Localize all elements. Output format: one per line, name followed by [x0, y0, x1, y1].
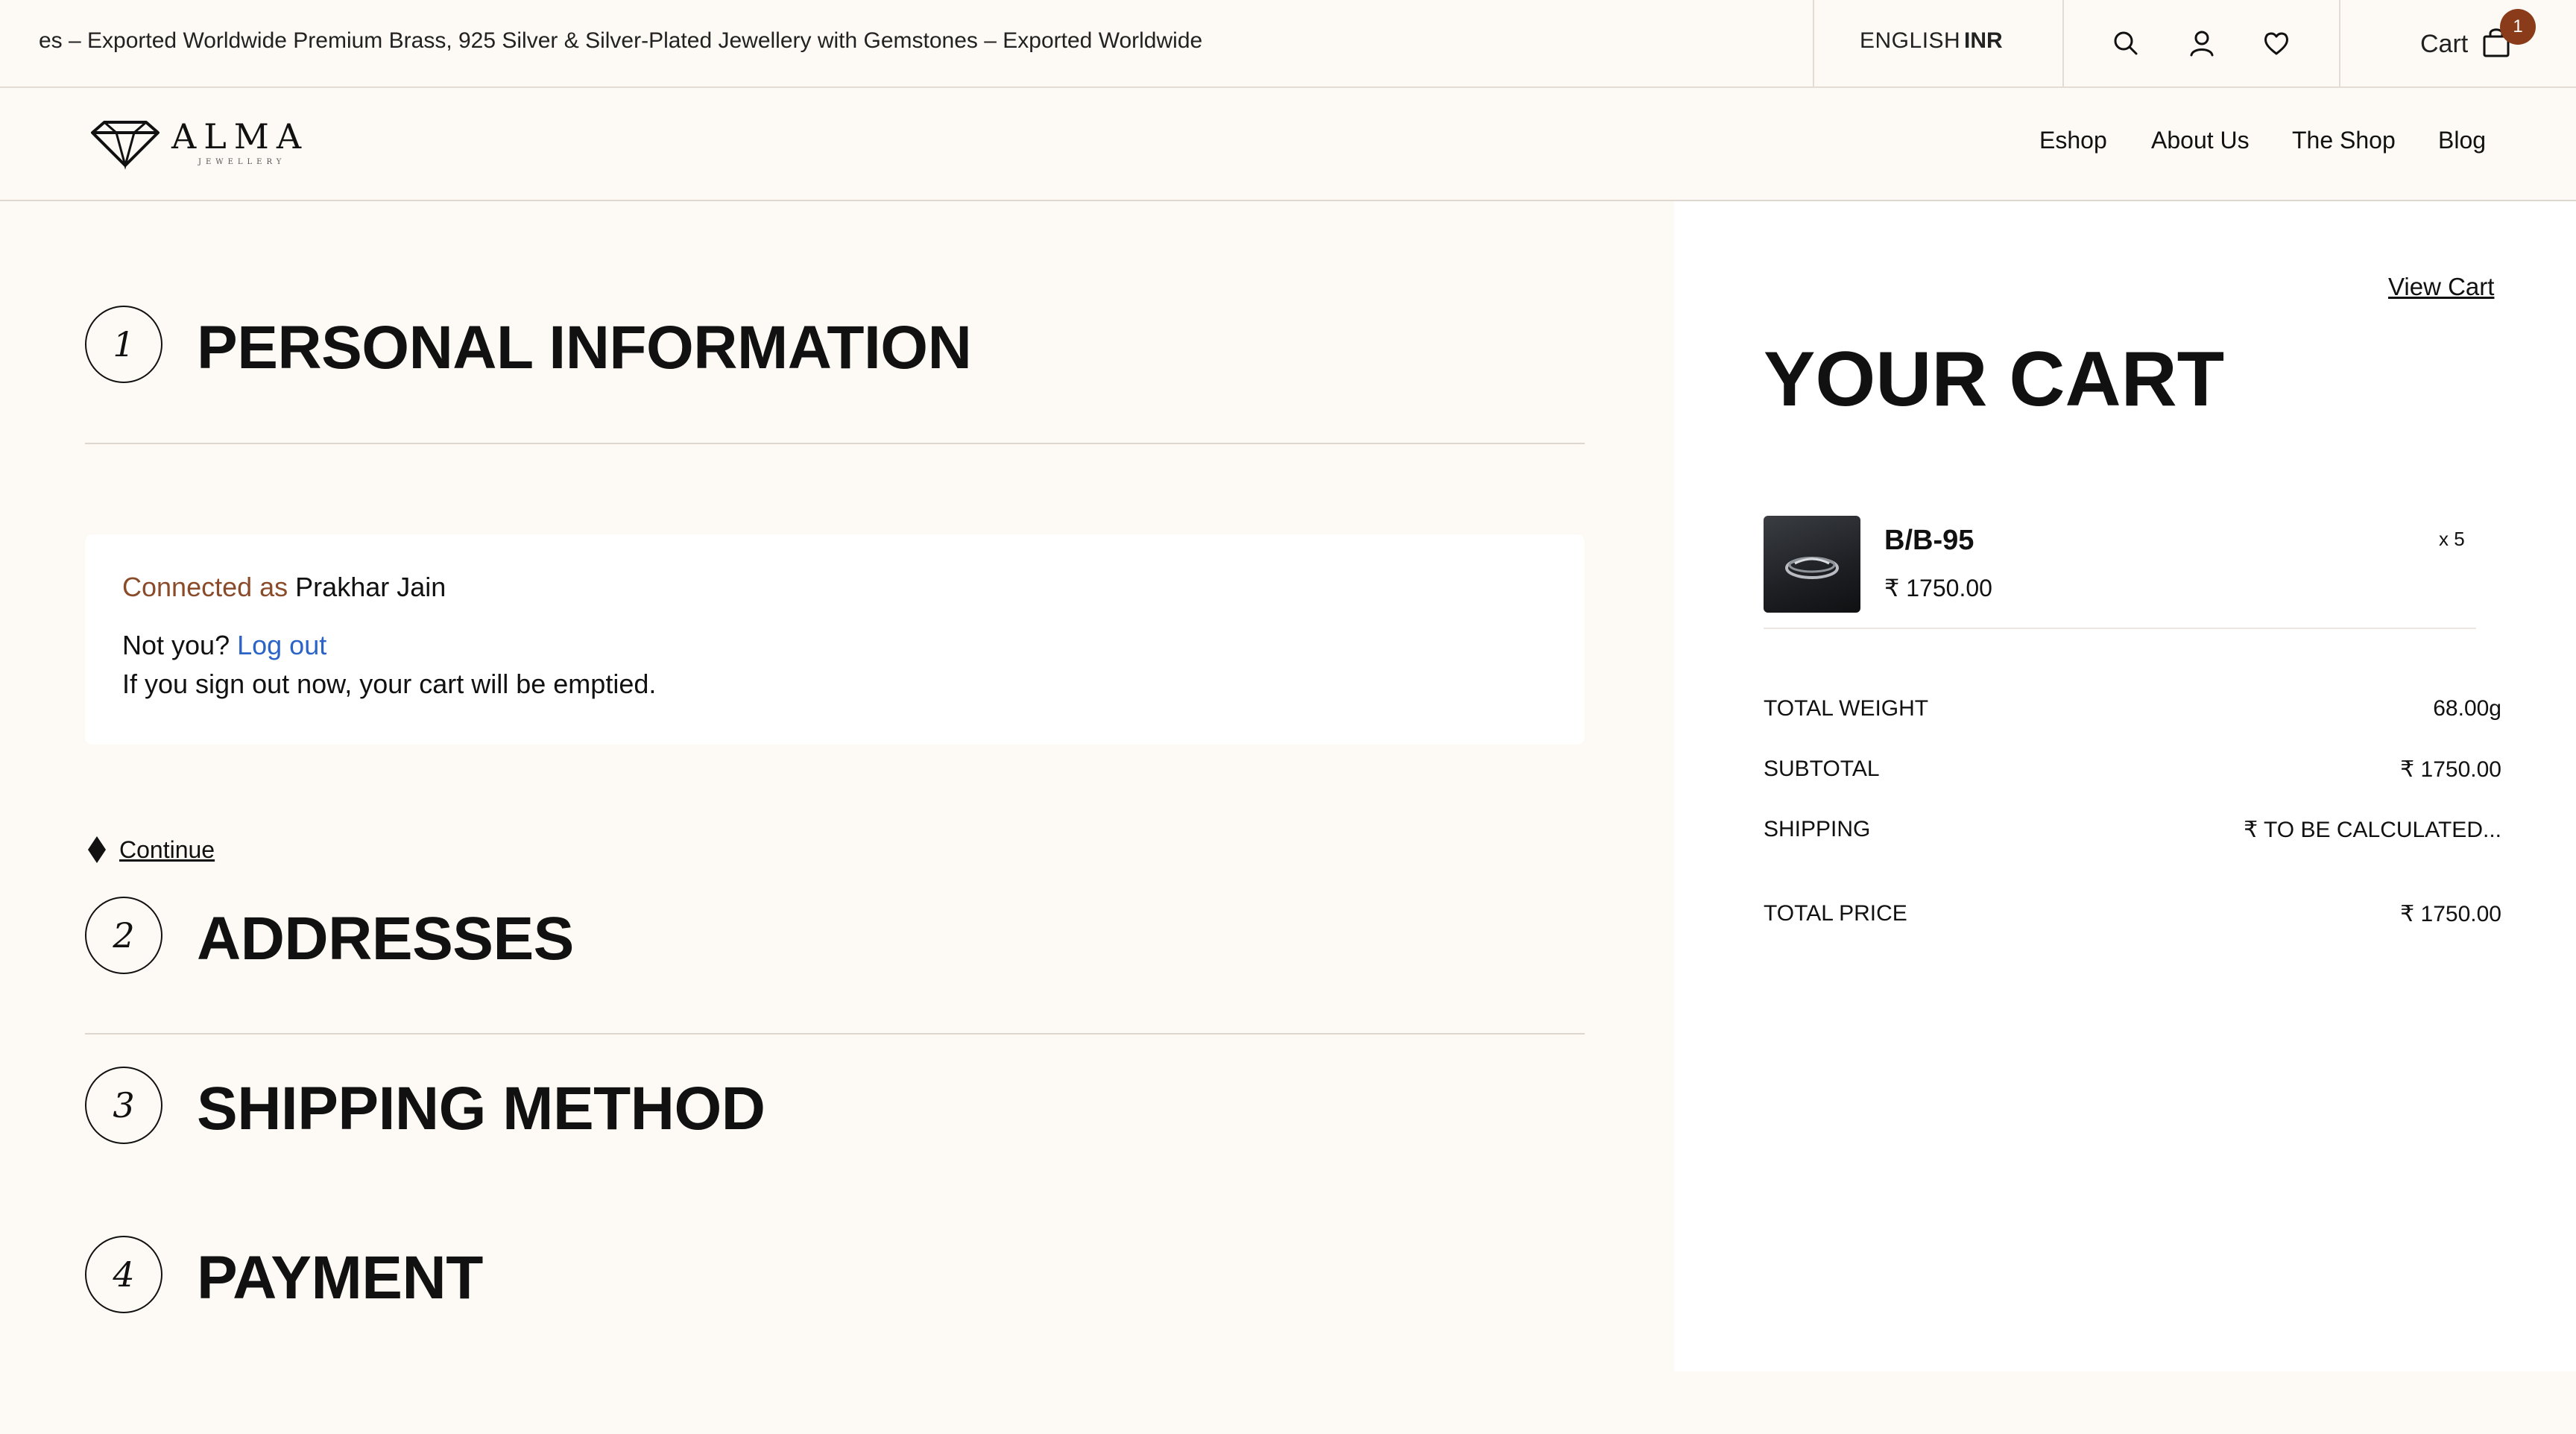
- step-number: 2: [85, 897, 162, 974]
- language-selector[interactable]: ENGLISH: [1860, 28, 1960, 54]
- announcement-text: es – Exported Worldwide Premium Brass, 9…: [39, 28, 1203, 53]
- cart-title: YOUR CART: [1764, 336, 2225, 423]
- announcement-marquee: es – Exported Worldwide Premium Brass, 9…: [0, 0, 1813, 86]
- step-title: ADDRESSES: [197, 905, 574, 973]
- nav-the-shop[interactable]: The Shop: [2292, 127, 2396, 154]
- cart-summary-panel: View Cart YOUR CART B/B-95 ₹ 1750.00 x 5…: [1674, 201, 2576, 1371]
- summary-label: TOTAL WEIGHT: [1764, 696, 1929, 721]
- divider: [1813, 0, 1814, 86]
- summary-label: SHIPPING: [1764, 817, 1871, 841]
- logo-subtext: JEWELLERY: [198, 158, 286, 166]
- cart-item: B/B-95 ₹ 1750.00 x 5: [1764, 516, 2476, 629]
- item-quantity: x 5: [2439, 528, 2465, 550]
- customer-name: Prakhar Jain: [295, 572, 446, 602]
- logo-text: ALMA: [171, 116, 309, 157]
- currency-selector[interactable]: INR: [1964, 28, 2003, 54]
- summary-label: SUBTOTAL: [1764, 757, 1880, 781]
- step-number: 1: [85, 306, 162, 383]
- user-icon[interactable]: [2185, 27, 2218, 60]
- step-number: 3: [85, 1067, 162, 1144]
- connected-account-card: Connected as Prakhar Jain Not you? Log o…: [85, 534, 1585, 745]
- nav-about-us[interactable]: About Us: [2151, 127, 2250, 154]
- logo[interactable]: ALMA JEWELLERY: [88, 110, 304, 177]
- view-cart-link[interactable]: View Cart: [2388, 273, 2494, 301]
- product-thumbnail[interactable]: [1764, 516, 1860, 613]
- diamond-logo-icon: [91, 121, 160, 170]
- connected-as-text: Connected as Prakhar Jain: [122, 572, 446, 603]
- step-title: PERSONAL INFORMATION: [197, 314, 972, 382]
- step-title: PAYMENT: [197, 1244, 483, 1312]
- cart-link[interactable]: Cart: [2420, 30, 2468, 59]
- not-you-text: Not you?: [122, 630, 230, 660]
- nav-blog[interactable]: Blog: [2438, 127, 2486, 154]
- step-title: SHIPPING METHOD: [197, 1075, 765, 1143]
- nav-eshop[interactable]: Eshop: [2039, 127, 2107, 154]
- item-name[interactable]: B/B-95: [1884, 525, 1974, 557]
- continue-button[interactable]: Continue: [85, 832, 294, 869]
- item-price: ₹ 1750.00: [1884, 575, 1992, 601]
- site-header: ALMA JEWELLERY Eshop About Us The Shop B…: [0, 88, 2576, 201]
- divider: [2062, 0, 2064, 86]
- summary-value: 68.00g: [2433, 696, 2501, 721]
- summary-value: ₹ TO BE CALCULATED...: [2244, 818, 2501, 842]
- announcement-bar: es – Exported Worldwide Premium Brass, 9…: [0, 0, 2576, 88]
- continue-label: Continue: [119, 836, 215, 863]
- summary-label: TOTAL PRICE: [1764, 901, 1907, 926]
- logout-link[interactable]: Log out: [237, 630, 326, 660]
- diamond-arrow-icon: [88, 836, 106, 863]
- cart-count-badge: 1: [2500, 9, 2536, 45]
- summary-value: ₹ 1750.00: [2400, 902, 2501, 926]
- not-you-line: Not you? Log out: [122, 630, 326, 661]
- step-number: 4: [85, 1236, 162, 1313]
- divider: [2339, 0, 2340, 86]
- ring-image: [1785, 557, 1839, 579]
- heart-icon[interactable]: [2260, 27, 2293, 60]
- divider: [85, 1033, 1585, 1035]
- summary-value: ₹ 1750.00: [2400, 757, 2501, 782]
- connected-label: Connected as: [122, 572, 288, 602]
- signout-warning: If you sign out now, your cart will be e…: [122, 669, 657, 699]
- divider: [85, 443, 1585, 444]
- search-icon[interactable]: [2109, 27, 2142, 60]
